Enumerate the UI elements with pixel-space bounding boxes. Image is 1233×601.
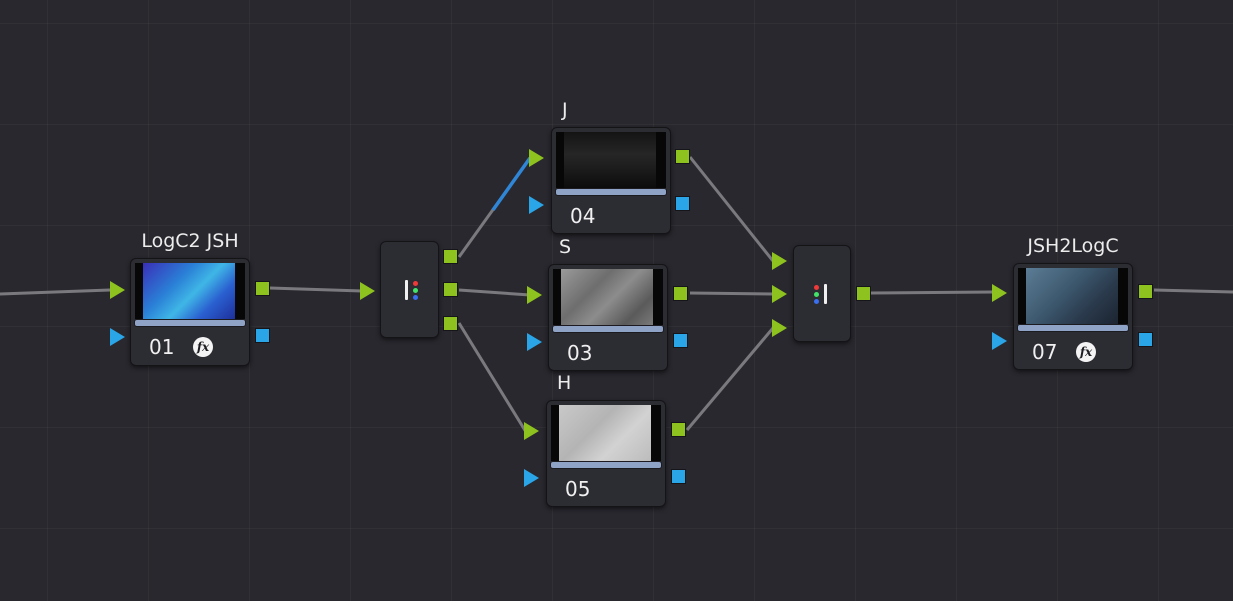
node-thumbnail — [551, 405, 661, 461]
node-number: 07 — [1032, 340, 1058, 364]
rgb-output-icon[interactable] — [1138, 284, 1153, 299]
node-label: JSH2LogC — [1027, 235, 1119, 257]
rgb-input-icon[interactable] — [110, 281, 125, 299]
node-number: 04 — [570, 204, 596, 228]
node-label: S — [559, 236, 572, 258]
connection-04-to-combiner[interactable] — [688, 156, 775, 262]
connection-splitter-to-03[interactable] — [458, 288, 531, 297]
node-number: 05 — [565, 477, 591, 501]
key-input-icon[interactable] — [527, 333, 542, 351]
connection-combiner-to-07[interactable] — [869, 290, 994, 295]
node-label: LogC2 JSH — [141, 230, 239, 252]
node-04[interactable]: J 04 — [551, 99, 671, 234]
combiner-node[interactable] — [793, 245, 851, 342]
node-05[interactable]: H 05 — [546, 372, 666, 507]
node-label: J — [562, 99, 568, 121]
node-status-bar — [556, 189, 666, 195]
blue-input-icon[interactable] — [772, 319, 787, 337]
combiner-rgb-icon — [814, 284, 830, 304]
key-input-icon[interactable] — [110, 328, 125, 346]
node-graph-canvas[interactable]: LogC2 JSH 01 fx J 04 S 03 H 05 JSH2LogC … — [0, 0, 1233, 601]
node-07[interactable]: JSH2LogC 07 fx — [1013, 235, 1133, 370]
rgb-input-icon[interactable] — [524, 422, 539, 440]
rgb-output-icon[interactable] — [671, 422, 686, 437]
splitter-rgb-icon — [405, 280, 421, 300]
connection-splitter-to-05[interactable] — [457, 322, 528, 433]
node-thumbnail — [1018, 268, 1128, 324]
node-number: 01 — [149, 335, 175, 359]
rgb-input-icon[interactable] — [992, 284, 1007, 302]
red-input-icon[interactable] — [772, 252, 787, 270]
rgb-input-icon[interactable] — [529, 149, 544, 167]
green-output-icon[interactable] — [443, 282, 458, 297]
green-input-icon[interactable] — [772, 285, 787, 303]
red-output-icon[interactable] — [443, 249, 458, 264]
connection-07-to-output[interactable] — [1153, 288, 1233, 294]
node-thumbnail — [553, 269, 663, 325]
key-input-icon[interactable] — [524, 469, 539, 487]
key-output-icon[interactable] — [671, 469, 686, 484]
connection-03-to-combiner[interactable] — [689, 291, 774, 296]
key-output-icon[interactable] — [255, 328, 270, 343]
connection-01-to-splitter[interactable] — [269, 286, 363, 293]
node-status-bar — [135, 320, 245, 326]
node-status-bar — [551, 462, 661, 468]
node-number: 03 — [567, 341, 593, 365]
rgb-output-icon[interactable] — [673, 286, 688, 301]
connection-splitter-to-04-selected[interactable] — [491, 156, 532, 212]
splitter-node[interactable] — [380, 241, 439, 338]
node-03[interactable]: S 03 — [548, 236, 668, 371]
key-input-icon[interactable] — [992, 332, 1007, 350]
key-output-icon[interactable] — [1138, 332, 1153, 347]
node-label: H — [557, 372, 572, 394]
node-status-bar — [553, 326, 663, 332]
node-thumbnail — [556, 132, 666, 188]
node-status-bar — [1018, 325, 1128, 331]
fx-icon: fx — [193, 337, 213, 357]
connection-05-to-combiner[interactable] — [685, 327, 775, 431]
rgb-output-icon[interactable] — [856, 286, 871, 301]
key-output-icon[interactable] — [675, 196, 690, 211]
rgb-output-icon[interactable] — [255, 281, 270, 296]
key-input-icon[interactable] — [529, 196, 544, 214]
rgb-input-icon[interactable] — [360, 282, 375, 300]
key-output-icon[interactable] — [673, 333, 688, 348]
connection-source-to-01[interactable] — [0, 288, 111, 296]
node-01[interactable]: LogC2 JSH 01 fx — [130, 230, 250, 366]
rgb-output-icon[interactable] — [675, 149, 690, 164]
rgb-input-icon[interactable] — [527, 286, 542, 304]
fx-icon: fx — [1076, 342, 1096, 362]
blue-output-icon[interactable] — [443, 316, 458, 331]
node-thumbnail — [135, 263, 245, 319]
